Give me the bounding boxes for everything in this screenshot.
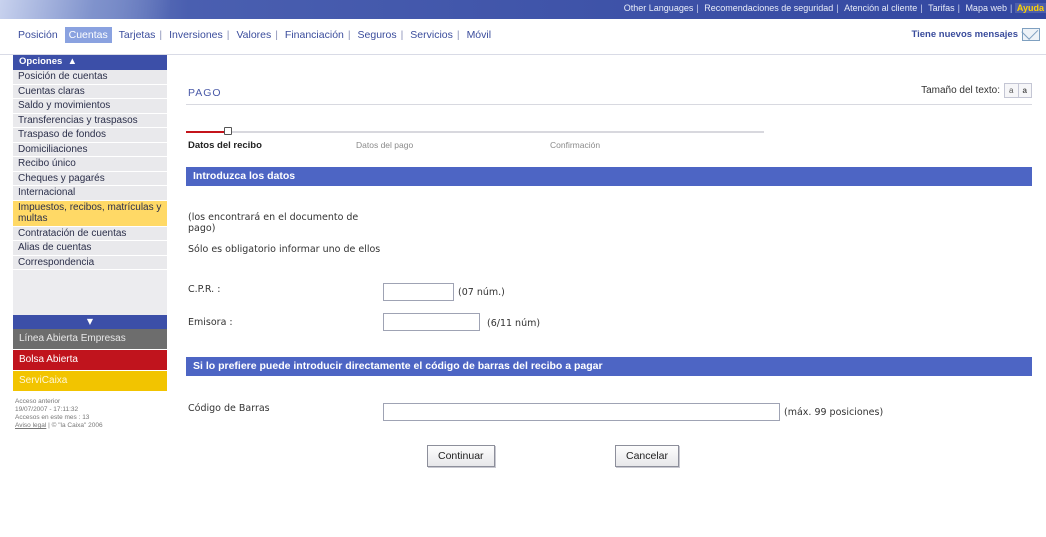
link-customer-service[interactable]: Atención al cliente: [841, 3, 920, 13]
messages-link[interactable]: Tiene nuevos mensajes: [911, 28, 1040, 41]
sidebar-item-transferencias[interactable]: Transferencias y traspasos: [13, 113, 167, 128]
link-help[interactable]: Ayuda: [1014, 3, 1046, 13]
tab-inversiones[interactable]: Inversiones: [165, 27, 227, 43]
legal-link[interactable]: Aviso legal: [15, 422, 46, 429]
emisora-input[interactable]: [383, 313, 480, 331]
main-nav: Posición Cuentas Tarjetas | Inversiones | …: [0, 19, 1046, 55]
text-size-control: Tamaño del texto: a a: [921, 83, 1032, 98]
text-size-large-button[interactable]: a: [1017, 84, 1032, 97]
cpr-hint: (07 núm.): [458, 287, 505, 298]
sidebar-item-cheques[interactable]: Cheques y pagarés: [13, 171, 167, 186]
access-info: Acceso anterior 19/07/2007 - 17:11:32 Ac…: [13, 392, 167, 436]
top-links: Other Languages | Recomendaciones de segu…: [621, 3, 1046, 13]
promo-linea-abierta-empresas[interactable]: Línea Abierta Empresas: [13, 329, 167, 350]
text-size-small-button[interactable]: a: [1005, 84, 1018, 97]
sidebar-item-internacional[interactable]: Internacional: [13, 186, 167, 201]
sidebar-item-recibo-unico[interactable]: Recibo único: [13, 157, 167, 172]
chevron-down-icon[interactable]: ▼: [13, 315, 167, 329]
text-size-buttons: a a: [1004, 83, 1032, 98]
sidebar-item-alias[interactable]: Alias de cuentas: [13, 241, 167, 256]
tab-valores[interactable]: Valores: [232, 27, 275, 43]
step-datos-recibo: Datos del recibo: [188, 140, 262, 151]
step-confirmacion: Confirmación: [550, 140, 601, 150]
continue-button[interactable]: Continuar: [427, 445, 495, 467]
page-title: PAGO: [188, 87, 222, 99]
tab-financiacion[interactable]: Financiación: [281, 27, 348, 43]
options-header[interactable]: Opciones ▲: [13, 55, 167, 70]
tab-tarjetas[interactable]: Tarjetas: [115, 27, 160, 43]
tab-movil[interactable]: Móvil: [463, 27, 496, 43]
promo-bolsa-abierta[interactable]: Bolsa Abierta: [13, 350, 167, 371]
link-rates[interactable]: Tarifas: [925, 3, 958, 13]
tab-servicios[interactable]: Servicios: [406, 27, 457, 43]
text-size-label: Tamaño del texto:: [921, 85, 1000, 96]
access-last-label: Acceso anterior: [15, 398, 61, 405]
access-month: Accesos en este mes : 13: [15, 414, 90, 421]
sidebar-item-saldo-movimientos[interactable]: Saldo y movimientos: [13, 99, 167, 114]
barcode-input[interactable]: [383, 403, 780, 421]
sidebar-item-posicion-cuentas[interactable]: Posición de cuentas: [13, 70, 167, 85]
cancel-button[interactable]: Cancelar: [615, 445, 680, 467]
tab-seguros[interactable]: Seguros: [354, 27, 401, 43]
options-label: Opciones: [19, 56, 63, 67]
cpr-input[interactable]: [383, 283, 454, 301]
section-header-datos: Introduzca los datos: [186, 167, 1032, 186]
sidebar-item-domiciliaciones[interactable]: Domiciliaciones: [13, 142, 167, 157]
promo-servicaixa[interactable]: ServiCaixa: [13, 371, 167, 392]
help-text-obligatorio: Sólo es obligatorio informar uno de ello…: [188, 244, 381, 255]
copyright: © "la Caixa" 2006: [51, 422, 103, 429]
cpr-label: C.P.R. :: [188, 284, 221, 295]
brand-swoosh: [0, 0, 170, 19]
title-divider: [186, 104, 1032, 105]
sidebar-item-contratacion[interactable]: Contratación de cuentas: [13, 226, 167, 241]
main-content: PAGO Tamaño del texto: a a Datos del rec…: [186, 55, 1034, 537]
progress-fill: [186, 131, 226, 133]
chevron-up-icon: ▲: [64, 56, 77, 67]
barcode-label: Código de Barras: [188, 403, 270, 414]
top-utility-bar: Other Languages | Recomendaciones de segu…: [0, 0, 1046, 19]
link-security[interactable]: Recomendaciones de seguridad: [701, 3, 836, 13]
sidebar-item-correspondencia[interactable]: Correspondencia: [13, 255, 167, 270]
section-header-codigo-barras: Si lo prefiere puede introducir directam…: [186, 357, 1032, 376]
sidebar: Opciones ▲ Posición de cuentas Cuentas c…: [13, 55, 167, 537]
link-sitemap[interactable]: Mapa web: [962, 3, 1010, 13]
barcode-hint: (máx. 99 posiciones): [784, 407, 884, 418]
sidebar-item-impuestos[interactable]: Impuestos, recibos, matrículas y multas: [13, 200, 167, 227]
emisora-label: Emisora :: [188, 317, 233, 328]
sidebar-item-traspaso-fondos[interactable]: Traspaso de fondos: [13, 128, 167, 143]
progress-marker: [224, 127, 232, 135]
envelope-icon: [1022, 28, 1040, 41]
sidebar-spacer: [13, 270, 167, 315]
messages-label: Tiene nuevos mensajes: [911, 29, 1019, 40]
access-last-value: 19/07/2007 - 17:11:32: [15, 406, 79, 413]
tab-cuentas[interactable]: Cuentas: [64, 27, 112, 43]
step-datos-pago: Datos del pago: [356, 140, 414, 150]
progress-track: [186, 131, 764, 133]
sidebar-item-cuentas-claras[interactable]: Cuentas claras: [13, 84, 167, 99]
link-other-languages[interactable]: Other Languages: [621, 3, 697, 13]
help-text-documento: (los encontrará en el documento de pago): [188, 212, 359, 234]
main-tabs: Posición Cuentas Tarjetas | Inversiones | …: [14, 27, 496, 43]
tab-posicion[interactable]: Posición: [14, 27, 62, 43]
emisora-hint: (6/11 núm): [487, 318, 541, 329]
